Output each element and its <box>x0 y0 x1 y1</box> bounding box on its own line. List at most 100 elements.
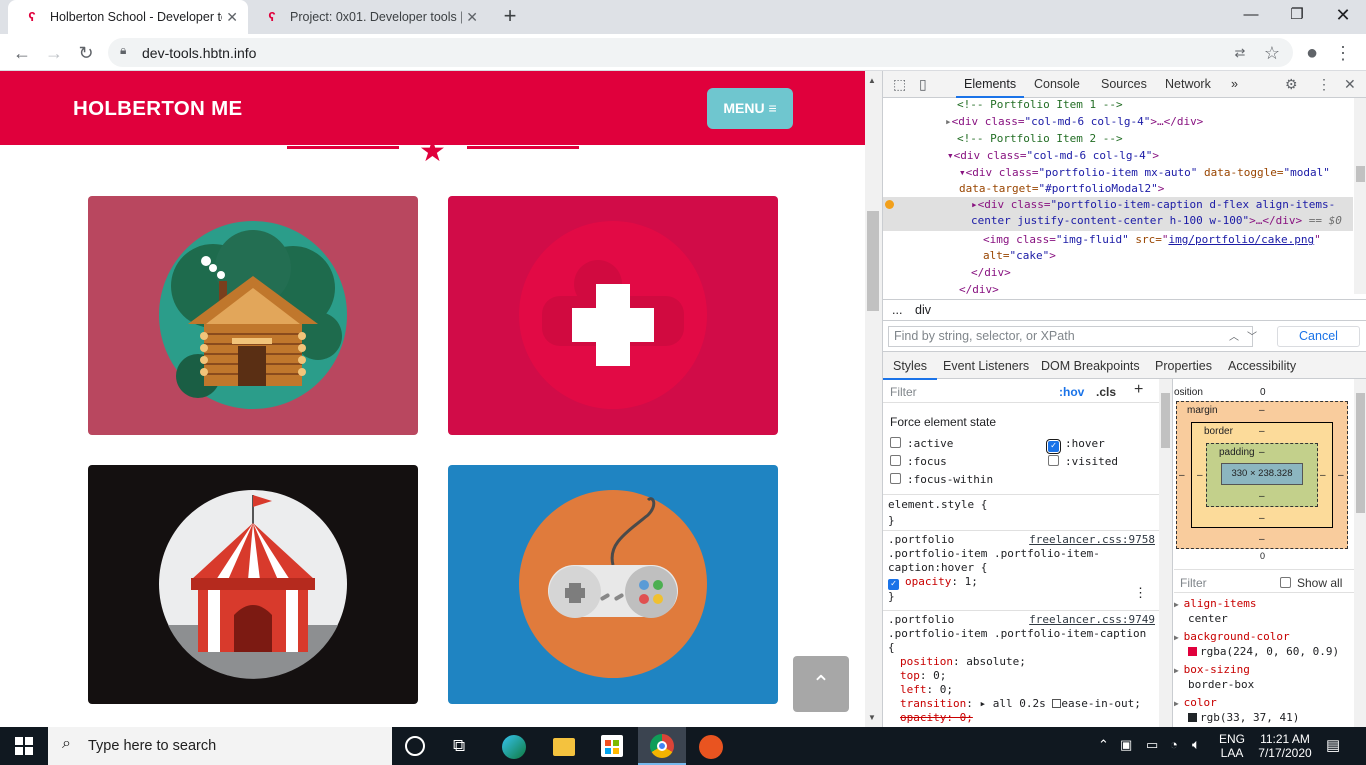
dom-search-input[interactable]: Find by string, selector, or XPath <box>888 326 1253 347</box>
more-tabs-button[interactable]: » <box>1231 77 1238 91</box>
forward-icon[interactable]: → <box>41 40 67 66</box>
profile-avatar-icon[interactable]: ● <box>1299 40 1325 66</box>
portfolio-item-cake[interactable] <box>448 196 778 435</box>
dom-node[interactable]: <!-- Portfolio Item 1 --> <box>957 98 1123 114</box>
hov-toggle[interactable]: :hov <box>1059 385 1084 399</box>
checkbox-checked[interactable]: ✓ <box>1046 439 1061 454</box>
color-swatch[interactable] <box>1188 713 1197 722</box>
page-scrollbar[interactable]: ▲ ▼ <box>865 71 882 727</box>
checkbox[interactable] <box>890 437 901 448</box>
file-explorer-icon[interactable] <box>553 738 575 756</box>
dom-scrollbar[interactable] <box>1354 98 1366 294</box>
search-prev-icon[interactable]: ︿ <box>1229 328 1239 343</box>
subtab-styles[interactable]: Styles <box>882 359 938 380</box>
checkbox[interactable] <box>890 455 901 466</box>
site-brand[interactable]: HOLBERTON ME <box>73 97 243 121</box>
close-tab-icon[interactable]: ✕ <box>466 9 478 26</box>
store-icon[interactable] <box>601 735 623 757</box>
tab-sources[interactable]: Sources <box>1101 77 1147 91</box>
box-model-margin[interactable]: margin – – – – border – – – – padding – … <box>1176 401 1348 549</box>
close-devtools-icon[interactable]: ✕ <box>1344 76 1356 93</box>
clock[interactable]: 11:21 AM 7/17/2020 <box>1257 732 1313 760</box>
tab-network[interactable]: Network <box>1165 77 1211 91</box>
device-toolbar-icon[interactable]: ▯ <box>919 76 927 93</box>
browser-tab[interactable]: ʕ Project: 0x01. Developer tools | H ✕ <box>248 0 488 34</box>
styles-scrollbar-thumb[interactable] <box>1161 393 1170 448</box>
state-active[interactable]: :active <box>890 437 953 450</box>
scroll-down-arrow-icon[interactable]: ▼ <box>868 713 876 722</box>
dom-node[interactable]: <!-- Portfolio Item 2 --> <box>957 131 1123 148</box>
tab-elements[interactable]: Elements <box>955 77 1025 98</box>
windows-start-icon[interactable] <box>15 737 33 755</box>
bookmark-star-icon[interactable]: ☆ <box>1259 40 1285 66</box>
subtab-event-listeners[interactable]: Event Listeners <box>943 359 1029 373</box>
checkbox[interactable] <box>1048 455 1059 466</box>
checkbox[interactable] <box>890 473 901 484</box>
computed-prop[interactable]: ▶ color <box>1174 696 1354 711</box>
element-style-rule[interactable]: element.style {} <box>883 494 1159 530</box>
breadcrumb-div[interactable]: div <box>915 303 931 317</box>
close-window-button[interactable]: ✕ <box>1320 0 1366 32</box>
box-model-content[interactable]: 330 × 238.328 <box>1221 463 1303 485</box>
styles-scrollbar[interactable] <box>1159 379 1172 727</box>
rule-menu-icon[interactable]: ⋮ <box>1134 587 1147 601</box>
task-view-icon[interactable]: ⧉ <box>453 735 477 757</box>
notification-center-icon[interactable]: ▤ <box>1326 736 1340 754</box>
network-icon[interactable]: ◔ <box>1170 737 1178 752</box>
dom-scrollbar-thumb[interactable] <box>1356 166 1365 182</box>
show-all-toggle[interactable]: Show all <box>1280 576 1342 590</box>
box-model-border[interactable]: border – – – – padding – – 330 × 238.328 <box>1191 422 1333 528</box>
chrome-taskbar-button[interactable] <box>638 727 686 765</box>
back-icon[interactable]: ← <box>9 40 35 66</box>
checkbox[interactable] <box>1280 577 1291 588</box>
tab-console[interactable]: Console <box>1034 77 1080 91</box>
computed-scrollbar[interactable] <box>1354 379 1366 727</box>
computed-prop[interactable]: ▶ align-items <box>1174 597 1354 612</box>
tray-app-icon[interactable]: ▣ <box>1120 737 1132 753</box>
computed-scrollbar-thumb[interactable] <box>1356 393 1365 513</box>
address-bar[interactable]: 🔒︎ dev-tools.hbtn.info <box>108 38 1293 67</box>
dom-node[interactable]: ▾<div class="portfolio-item mx-auto" dat… <box>959 165 1330 182</box>
reload-icon[interactable]: ↻ <box>73 40 99 66</box>
dom-node[interactable]: ▾<div class="col-md-6 col-lg-4"> <box>947 148 1159 165</box>
taskbar-search-box[interactable]: ⌕ Type here to search <box>48 727 392 765</box>
translate-icon[interactable]: ⇄ <box>1227 40 1253 66</box>
close-tab-icon[interactable]: ✕ <box>226 9 238 26</box>
menu-button[interactable]: MENU ≡ <box>707 88 793 129</box>
new-tab-button[interactable]: + <box>498 5 522 29</box>
page-scrollbar-thumb[interactable] <box>867 211 879 311</box>
subtab-dom-breakpoints[interactable]: DOM Breakpoints <box>1041 359 1140 373</box>
devtools-menu-icon[interactable]: ⋮ <box>1317 76 1331 93</box>
subtab-accessibility[interactable]: Accessibility <box>1228 359 1296 373</box>
cls-toggle[interactable]: .cls <box>1096 385 1116 399</box>
img-src-link[interactable]: img/portfolio/cake.png <box>1168 233 1314 246</box>
cortana-icon[interactable] <box>405 736 425 756</box>
scroll-up-arrow-icon[interactable]: ▲ <box>868 76 876 85</box>
breadcrumb-ellipsis[interactable]: ... <box>892 303 902 317</box>
state-focus-within[interactable]: :focus-within <box>890 473 993 486</box>
dom-node[interactable]: </div> <box>959 282 999 294</box>
color-swatch[interactable] <box>1188 647 1197 656</box>
scroll-to-top-button[interactable]: ⌃ <box>793 656 849 712</box>
cancel-search-button[interactable]: Cancel <box>1277 326 1360 347</box>
search-next-icon[interactable]: ﹀ <box>1247 328 1257 343</box>
stylesheet-link[interactable]: freelancer.css:9749 <box>1029 613 1155 627</box>
dom-node[interactable]: ▸<div class="col-md-6 col-lg-4">…</div> <box>945 114 1203 131</box>
portfolio-item-game[interactable] <box>448 465 778 704</box>
computed-filter-input[interactable]: Filter <box>1180 576 1207 590</box>
browser-tab-active[interactable]: ʕ Holberton School - Developer to ✕ <box>8 0 248 34</box>
minimize-button[interactable]: — <box>1228 0 1274 32</box>
dom-node[interactable]: </div> <box>971 265 1011 282</box>
computed-prop[interactable]: ▶ box-sizing <box>1174 663 1354 678</box>
property-checkbox[interactable]: ✓ <box>888 579 899 590</box>
edge-browser-icon[interactable] <box>502 735 526 759</box>
easing-editor-icon[interactable] <box>1052 699 1062 708</box>
volume-icon[interactable]: 🔈︎ <box>1192 736 1200 753</box>
state-focus[interactable]: :focus <box>890 455 947 468</box>
portfolio-item-circus[interactable] <box>88 465 418 704</box>
dom-node[interactable]: <img class="img-fluid" src="img/portfoli… <box>983 232 1321 249</box>
computed-prop[interactable]: ▶ background-color <box>1174 630 1354 645</box>
state-visited[interactable]: :visited <box>1048 455 1118 468</box>
inspect-element-icon[interactable]: ⬚ <box>893 76 906 93</box>
box-model-padding[interactable]: padding – – 330 × 238.328 <box>1206 443 1318 507</box>
